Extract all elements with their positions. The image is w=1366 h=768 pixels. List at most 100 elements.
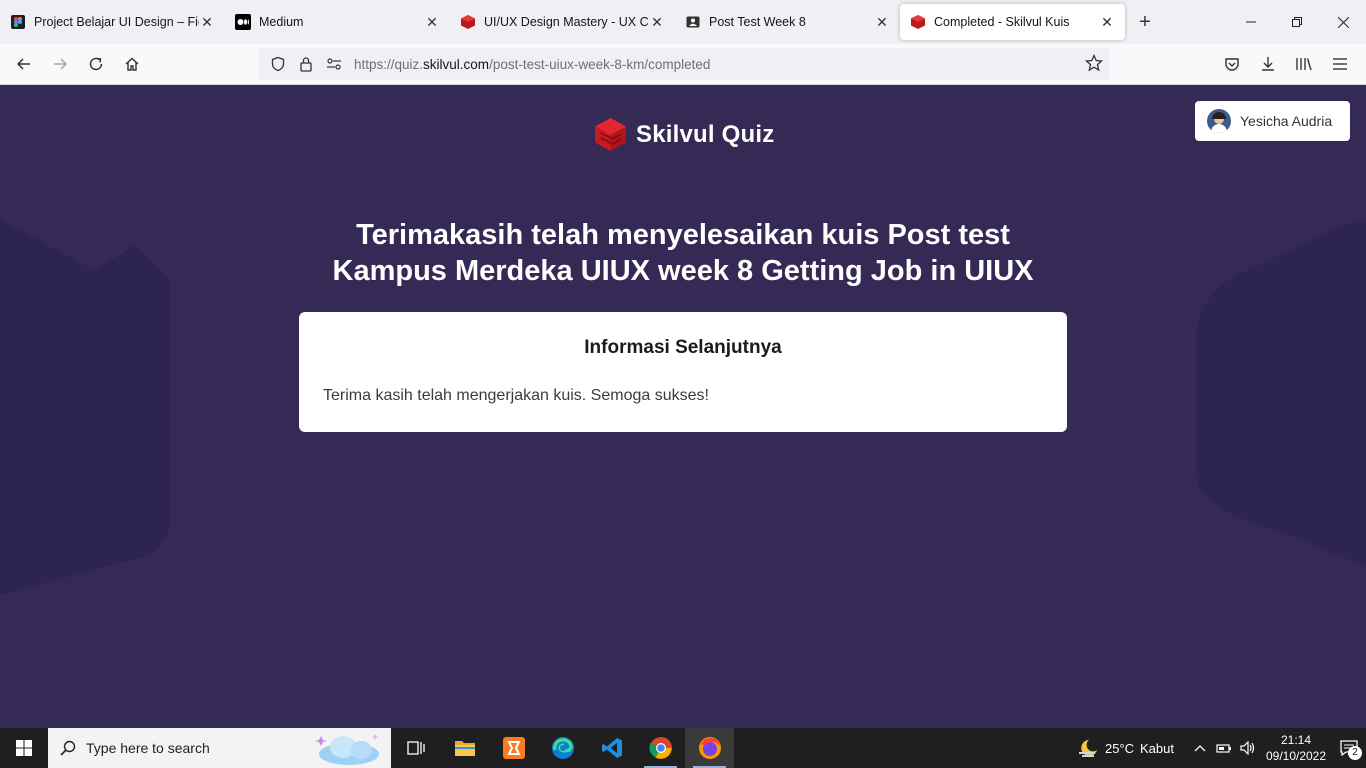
vscode-button[interactable] <box>587 728 636 768</box>
tab-title: UI/UX Design Mastery - UX Case <box>484 15 649 29</box>
browser-tab-strip: Project Belajar UI Design – Figm ✕ Mediu… <box>0 0 1366 44</box>
toolbar-right <box>1214 48 1358 80</box>
xampp-button[interactable] <box>489 728 538 768</box>
forward-button[interactable] <box>42 48 78 80</box>
reload-button[interactable] <box>78 48 114 80</box>
tab-title: Completed - Skilvul Kuis <box>934 15 1070 29</box>
edge-icon <box>551 737 574 759</box>
browser-navigation-bar: https://quiz.skilvul.com/post-test-uiux-… <box>0 44 1366 85</box>
tab-figma[interactable]: Project Belajar UI Design – Figm ✕ <box>0 4 225 40</box>
search-icon <box>60 740 76 756</box>
skilvul-icon <box>910 14 926 30</box>
library-button[interactable] <box>1286 48 1322 80</box>
back-button[interactable] <box>6 48 42 80</box>
xampp-icon <box>502 737 525 759</box>
downloads-button[interactable] <box>1250 48 1286 80</box>
search-placeholder: Type here to search <box>86 740 210 756</box>
task-view-icon <box>406 741 425 755</box>
medium-icon <box>235 14 251 30</box>
clock[interactable]: 21:14 09/10/2022 <box>1260 732 1332 764</box>
volume-button[interactable] <box>1236 741 1260 755</box>
firefox-icon <box>698 737 721 759</box>
library-icon <box>1296 58 1312 71</box>
home-button[interactable] <box>114 48 150 80</box>
close-tab-icon[interactable]: ✕ <box>424 14 440 31</box>
firefox-button[interactable] <box>685 728 734 768</box>
weather-temperature: 25°C <box>1104 740 1135 756</box>
taskbar-search-box[interactable]: Type here to search <box>48 728 391 768</box>
info-card-title: Informasi Selanjutnya <box>584 337 782 358</box>
show-hidden-icons-button[interactable] <box>1188 744 1212 752</box>
restore-button[interactable] <box>1274 0 1320 44</box>
home-icon <box>125 57 139 71</box>
page-title-line-2: Kampus Merdeka UIUX week 8 Getting Job i… <box>332 255 1034 287</box>
notification-center-button[interactable]: 2 <box>1332 728 1366 768</box>
page-title: Terimakasih telah menyelesaikan kuis Pos… <box>0 217 1366 289</box>
tab-medium[interactable]: Medium ✕ <box>225 4 450 40</box>
pocket-button[interactable] <box>1214 48 1250 80</box>
close-tab-icon[interactable]: ✕ <box>874 14 890 31</box>
user-card-icon <box>685 14 701 30</box>
task-view-button[interactable] <box>391 728 440 768</box>
shield-icon[interactable] <box>264 56 292 72</box>
window-controls <box>1228 0 1366 44</box>
tab-title: Post Test Week 8 <box>709 15 806 29</box>
tab-uiux-design-mastery[interactable]: UI/UX Design Mastery - UX Case ✕ <box>450 4 675 40</box>
close-tab-icon[interactable]: ✕ <box>199 14 215 31</box>
search-highlight-illustration-icon <box>315 734 379 765</box>
hamburger-menu-icon <box>1333 58 1347 70</box>
figma-icon <box>10 14 26 30</box>
lock-icon[interactable] <box>292 56 320 72</box>
folder-icon <box>454 741 475 756</box>
tab-title: Medium <box>259 15 304 29</box>
file-explorer-button[interactable] <box>440 728 489 768</box>
chrome-icon <box>648 737 672 759</box>
edge-button[interactable] <box>538 728 587 768</box>
notification-count-badge: 2 <box>1348 746 1362 760</box>
reload-icon <box>89 57 103 71</box>
close-tab-icon[interactable]: ✕ <box>649 14 665 31</box>
info-card-message: Terima kasih telah mengerjakan kuis. Sem… <box>323 387 709 404</box>
close-window-button[interactable] <box>1320 0 1366 44</box>
page-title-line-1: Terimakasih telah menyelesaikan kuis Pos… <box>356 219 1010 251</box>
avatar <box>1207 109 1231 133</box>
download-icon <box>1262 57 1274 71</box>
battery-icon <box>1216 744 1231 753</box>
start-button[interactable] <box>0 728 48 768</box>
quiz-completed-page: Skilvul Quiz Yesicha Audria Terimakasih … <box>0 85 1366 728</box>
user-name: Yesicha Audria <box>1240 113 1333 129</box>
bookmark-star-icon[interactable] <box>1084 53 1104 77</box>
brand-name: Skilvul Quiz <box>636 120 775 148</box>
skilvul-logo-icon <box>595 118 626 151</box>
minimize-button[interactable] <box>1228 0 1274 44</box>
chrome-button[interactable] <box>636 728 685 768</box>
clock-time: 21:14 <box>1280 733 1312 747</box>
battery-network-button[interactable] <box>1212 742 1236 754</box>
info-card: Informasi Selanjutnya Terima kasih telah… <box>299 312 1067 432</box>
vscode-icon <box>601 738 622 758</box>
new-tab-button[interactable]: + <box>1125 4 1165 40</box>
speaker-icon <box>1240 741 1255 755</box>
skilvul-icon <box>460 14 476 30</box>
brand-logo[interactable]: Skilvul Quiz <box>593 117 774 152</box>
arrow-right-icon <box>54 58 68 70</box>
system-tray: 25°C Kabut 21:14 09/10/2022 2 <box>1077 728 1366 768</box>
arrow-left-icon <box>16 58 30 70</box>
close-tab-icon[interactable]: ✕ <box>1099 14 1115 31</box>
menu-button[interactable] <box>1322 48 1358 80</box>
pocket-icon <box>1225 58 1239 71</box>
weather-description: Kabut <box>1140 740 1174 756</box>
address-bar[interactable]: https://quiz.skilvul.com/post-test-uiux-… <box>258 48 1109 80</box>
weather-widget[interactable]: 25°C Kabut <box>1077 738 1174 758</box>
chevron-up-icon <box>1194 745 1206 752</box>
windows-logo-icon <box>16 740 32 756</box>
moon-weather-icon <box>1078 740 1097 757</box>
user-profile-button[interactable]: Yesicha Audria <box>1195 101 1350 141</box>
permissions-icon[interactable] <box>320 58 348 70</box>
url-text: https://quiz.skilvul.com/post-test-uiux-… <box>354 56 711 72</box>
tab-post-test-week-8[interactable]: Post Test Week 8 ✕ <box>675 4 900 40</box>
tab-completed-skilvul-kuis[interactable]: Completed - Skilvul Kuis ✕ <box>900 4 1125 40</box>
windows-taskbar: Type here to search 25°C Kabut 21:14 09/… <box>0 728 1366 768</box>
tab-title: Project Belajar UI Design – Figm <box>34 15 199 29</box>
clock-date: 09/10/2022 <box>1265 749 1327 763</box>
